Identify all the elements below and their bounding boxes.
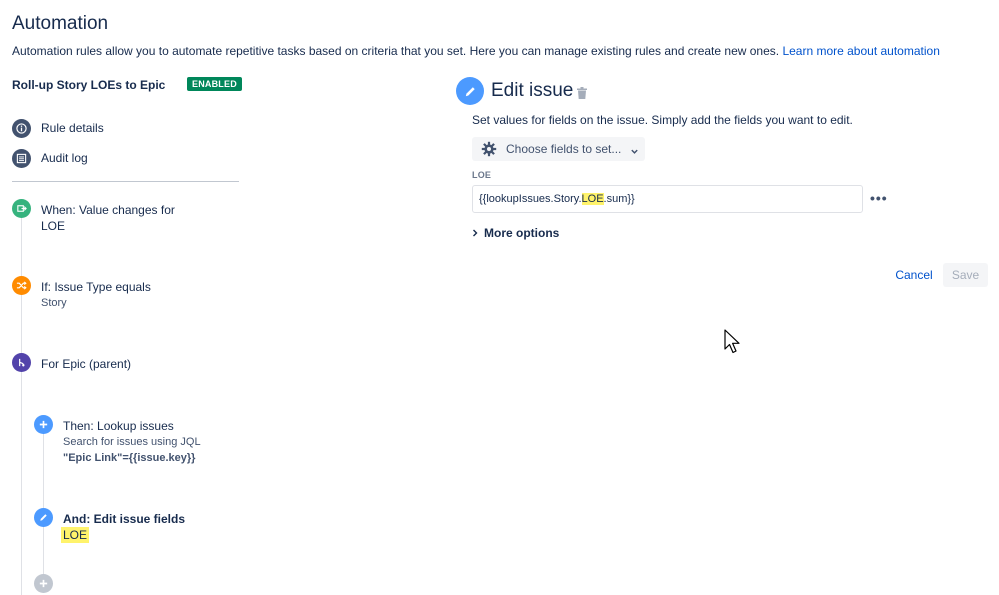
panel-description: Set values for fields on the issue. Simp…: [472, 113, 853, 127]
gear-icon: [481, 141, 497, 157]
cancel-button[interactable]: Cancel: [888, 263, 940, 287]
branch-title[interactable]: For Epic (parent): [41, 357, 131, 371]
pencil-icon: [456, 77, 484, 105]
choose-fields-label: Choose fields to set...: [506, 142, 622, 156]
trigger-subtitle: LOE: [41, 219, 66, 233]
plus-icon[interactable]: [34, 415, 53, 434]
trash-icon[interactable]: [577, 86, 587, 99]
page-intro: Automation rules allow you to automate r…: [12, 44, 940, 58]
more-options-toggle[interactable]: More options: [471, 226, 559, 240]
loe-value-highlight: LOE: [581, 193, 604, 205]
nav-rule-details-label: Rule details: [41, 121, 104, 135]
nav-audit-log-label: Audit log: [41, 151, 88, 165]
more-actions-icon[interactable]: •••: [870, 190, 888, 206]
branch-icon[interactable]: [12, 353, 31, 372]
condition-subtitle: Story: [41, 297, 67, 309]
learn-more-link[interactable]: Learn more about automation: [782, 44, 939, 58]
more-options-label: More options: [484, 226, 560, 240]
chevron-right-icon: [473, 229, 478, 237]
choose-fields-button[interactable]: Choose fields to set...: [472, 137, 645, 161]
info-icon: [12, 118, 31, 138]
list-icon: [12, 148, 31, 168]
loe-value-suffix: .sum}}: [603, 193, 635, 205]
add-step-icon[interactable]: [34, 574, 53, 593]
chevron-down-icon: [630, 145, 639, 154]
panel-title: Edit issue: [491, 80, 574, 101]
rule-name: Roll-up Story LOEs to Epic: [12, 78, 166, 92]
loe-field-input[interactable]: {{lookupIssues.Story. LOE .sum}}: [472, 185, 863, 213]
loe-value-prefix: {{lookupIssues.Story.: [479, 193, 582, 205]
edit-step-subtitle: LOE: [61, 527, 90, 543]
page-title: Automation: [12, 13, 109, 34]
nav-audit-log[interactable]: Audit log: [12, 148, 88, 168]
pencil-icon[interactable]: [34, 508, 53, 527]
trigger-icon[interactable]: [12, 199, 31, 218]
loe-field-label: LOE: [472, 170, 492, 180]
timeline-line: [21, 210, 22, 595]
mouse-cursor-icon: [724, 329, 740, 354]
nav-divider: [12, 181, 239, 182]
edit-step-title[interactable]: And: Edit issue fields: [63, 512, 185, 526]
lookup-subtitle: Search for issues using JQL: [63, 436, 201, 448]
status-badge: ENABLED: [187, 77, 242, 91]
nav-rule-details[interactable]: Rule details: [12, 118, 104, 138]
save-button[interactable]: Save: [943, 263, 988, 287]
lookup-title[interactable]: Then: Lookup issues: [63, 419, 174, 433]
intro-text: Automation rules allow you to automate r…: [12, 44, 780, 58]
lookup-jql: "Epic Link"={{issue.key}}: [63, 452, 196, 464]
shuffle-icon[interactable]: [12, 276, 31, 295]
condition-title[interactable]: If: Issue Type equals: [41, 280, 151, 294]
trigger-title[interactable]: When: Value changes for: [41, 203, 175, 217]
